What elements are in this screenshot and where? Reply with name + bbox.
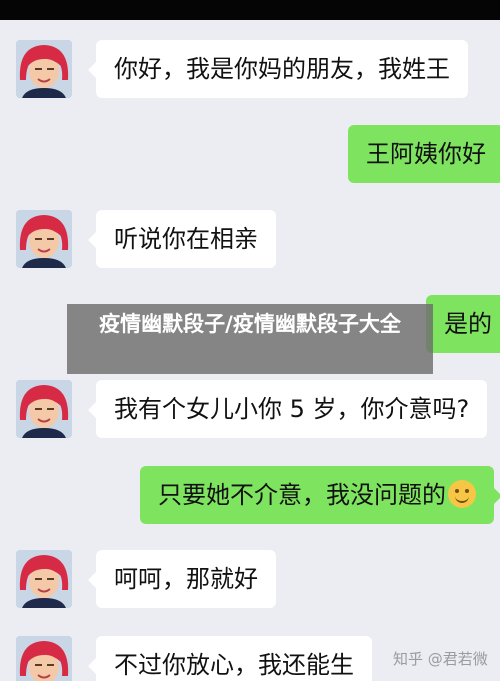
avatar-photo-icon [16, 40, 72, 98]
avatar[interactable] [16, 380, 72, 438]
message-bubble-received[interactable]: 呵呵，那就好 [88, 550, 276, 608]
avatar[interactable] [16, 550, 72, 608]
message-text: 呵呵，那就好 [114, 565, 258, 593]
message-text: 听说你在相亲 [114, 225, 258, 253]
avatar-photo-icon [16, 210, 72, 268]
avatar-photo-icon [16, 380, 72, 438]
top-bar [0, 0, 500, 20]
message-text: 是的 [444, 310, 492, 338]
message-bubble-received[interactable]: 我有个女儿小你 5 岁，你介意吗? [87, 380, 488, 438]
overlay-title: 疫情幽默段子/疫情幽默段子大全 [99, 312, 401, 336]
watermark-text: 知乎 @君若微 [393, 650, 488, 668]
message-text: 我有个女儿小你 5 岁，你介意吗? [114, 395, 470, 423]
avatar-photo-icon [16, 636, 72, 681]
message-bubble-sent[interactable]: 只要她不介意，我没问题的 [140, 466, 500, 524]
avatar[interactable] [16, 40, 72, 98]
message-text: 不过你放心，我还能生 [114, 651, 354, 679]
message-bubble-received[interactable]: 听说你在相亲 [88, 210, 276, 268]
message-bubble-sent[interactable]: 是的 [426, 295, 500, 353]
smiling-face-icon [448, 480, 476, 508]
article-title-overlay: 疫情幽默段子/疫情幽默段子大全 [67, 304, 433, 374]
message-bubble-received[interactable]: 你好，我是你妈的朋友，我姓王 [88, 40, 468, 98]
avatar[interactable] [16, 636, 72, 681]
message-bubble-received[interactable]: 不过你放心，我还能生 [88, 636, 372, 681]
avatar-photo-icon [16, 550, 72, 608]
message-text: 只要她不介意，我没问题的 [158, 481, 446, 509]
avatar[interactable] [16, 210, 72, 268]
message-text: 你好，我是你妈的朋友，我姓王 [114, 55, 450, 83]
watermark: 知乎 @君若微 [393, 648, 488, 669]
message-text: 王阿姨你好 [366, 140, 486, 168]
message-bubble-sent[interactable]: 王阿姨你好 [348, 125, 500, 183]
